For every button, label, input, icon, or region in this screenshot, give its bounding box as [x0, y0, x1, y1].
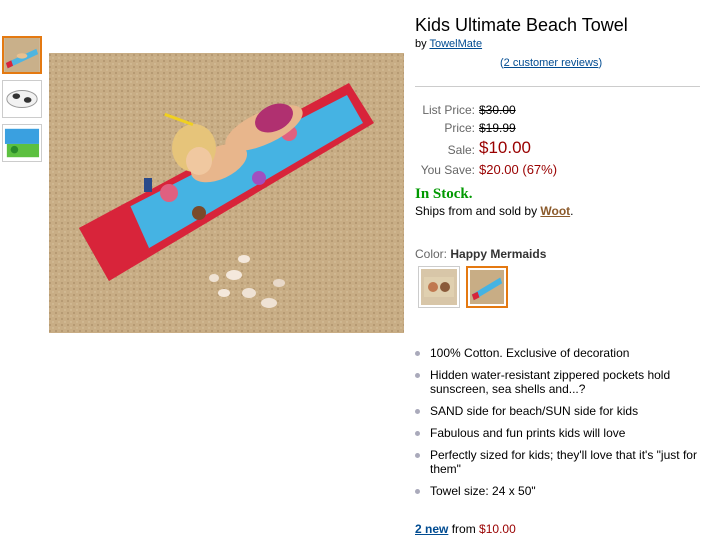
color-label: Color: [415, 247, 448, 261]
feature-text: Fabulous and fun prints kids will love [430, 426, 626, 440]
new-offers: 2 new from $10.00 [415, 522, 516, 536]
reviews: (2 customer reviews) [500, 57, 602, 69]
feature-item: Perfectly sized for kids; they'll love t… [413, 448, 703, 476]
feature-text: SAND side for beach/SUN side for kids [430, 404, 639, 418]
beach-towel-photo [49, 53, 404, 333]
swatch-2-image [470, 270, 504, 304]
bullet-icon [415, 409, 420, 414]
feature-text: Hidden water-resistant zippered pockets … [430, 368, 671, 396]
ships-suffix: . [570, 204, 574, 218]
thumbnail-2-image [3, 81, 41, 117]
color-swatch-happy-mermaids[interactable] [466, 266, 508, 308]
feature-item: Hidden water-resistant zippered pockets … [413, 368, 703, 396]
thumbnail-3-image [3, 125, 41, 161]
feature-item: 100% Cotton. Exclusive of decoration [413, 346, 703, 360]
ships-sold-by: Ships from and sold by Woot. [415, 204, 574, 218]
product-title: Kids Ultimate Beach Towel [415, 15, 628, 35]
thumbnail-3[interactable] [2, 124, 42, 162]
bullet-icon [415, 351, 420, 356]
price-label: Price: [444, 121, 475, 135]
sale-label: Sale: [447, 143, 475, 157]
thumbnail-1[interactable] [2, 36, 42, 74]
swatch-1-image [421, 269, 457, 305]
selected-color: Happy Mermaids [450, 247, 547, 261]
color-selector-label: Color: Happy Mermaids [415, 247, 546, 261]
color-swatch-1[interactable] [418, 266, 460, 308]
sale-price: $10.00 [479, 138, 531, 157]
thumbnail-1-image [4, 38, 40, 72]
feature-item: SAND side for beach/SUN side for kids [413, 404, 703, 418]
list-price-value: $30.00 [479, 103, 516, 117]
feature-item: Fabulous and fun prints kids will love [413, 426, 703, 440]
main-product-image[interactable] [49, 53, 404, 333]
feature-item: Towel size: 24 x 50" [413, 484, 703, 498]
list-price-label: List Price: [422, 103, 475, 117]
customer-reviews-link[interactable]: 2 customer reviews [504, 57, 599, 69]
divider [415, 86, 700, 87]
bullet-icon [415, 431, 420, 436]
ships-prefix: Ships from and sold by [415, 204, 538, 218]
bullet-icon [415, 489, 420, 494]
price-value: $19.99 [479, 121, 516, 135]
new-offers-link[interactable]: 2 new [415, 522, 448, 536]
bullet-icon [415, 373, 420, 378]
byline: by TowelMate [415, 38, 482, 50]
thumbnail-2[interactable] [2, 80, 42, 118]
feature-list: 100% Cotton. Exclusive of decoration Hid… [413, 346, 703, 506]
feature-text: 100% Cotton. Exclusive of decoration [430, 346, 630, 360]
you-save-label: You Save: [420, 163, 475, 177]
brand-link[interactable]: TowelMate [429, 38, 482, 50]
reviews-close: ) [598, 57, 603, 69]
feature-text: Towel size: 24 x 50" [430, 484, 536, 498]
from-text: from [451, 522, 476, 536]
stock-status: In Stock. [415, 186, 473, 202]
you-save-value: $20.00 (67%) [479, 162, 558, 177]
bullet-icon [415, 453, 420, 458]
from-price: $10.00 [479, 522, 516, 536]
by-prefix: by [415, 38, 427, 50]
seller-link[interactable]: Woot [540, 204, 570, 218]
feature-text: Perfectly sized for kids; they'll love t… [430, 448, 697, 476]
